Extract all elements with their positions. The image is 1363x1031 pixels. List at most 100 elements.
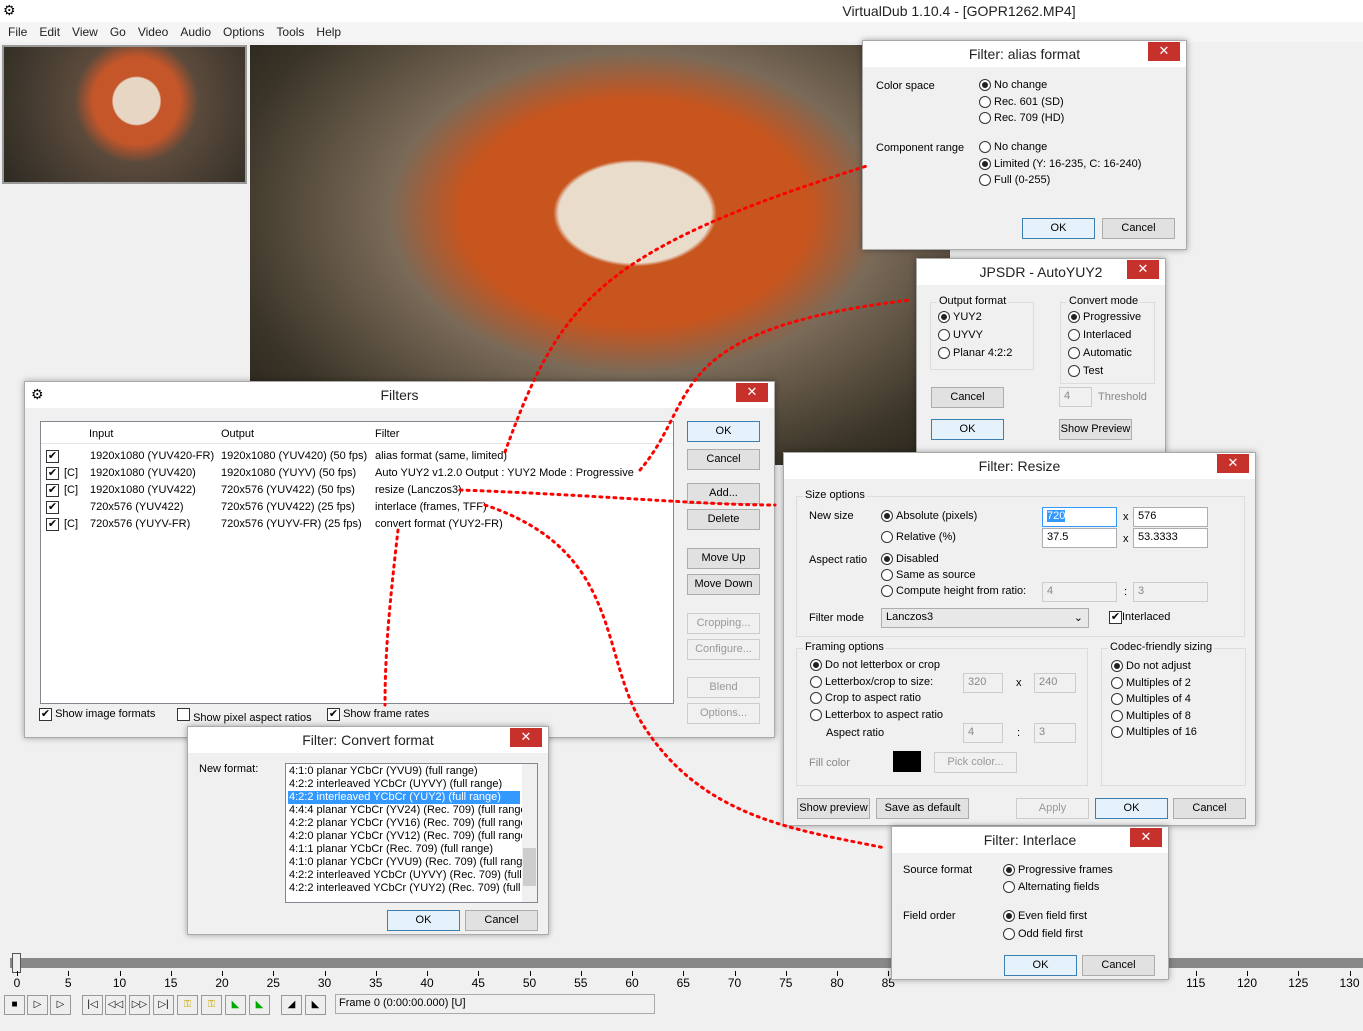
radio-option[interactable]: Multiples of 2 [1111,676,1191,689]
toolbar-button-next-frame[interactable]: ▷▷ [129,995,150,1015]
frame-ratio-b-input[interactable]: 3 [1034,723,1076,743]
cancel-button[interactable]: Cancel [687,449,760,470]
radio-option[interactable]: Planar 4:2:2 [938,347,1012,359]
toolbar-button-prev-key[interactable]: ⚿ [177,995,198,1015]
delete-button[interactable]: Delete [687,509,760,530]
move-down-button[interactable]: Move Down [687,574,760,595]
radio-option[interactable]: YUY2 [938,311,982,323]
add-button[interactable]: Add... [687,483,760,504]
list-item[interactable]: 4:1:0 planar YCbCr (YVU9) (Rec. 709) (fu… [288,856,528,869]
radio-option[interactable]: Automatic [1068,347,1132,359]
table-row[interactable]: ✔ [C] 1920x1080 (YUV420) 1920x1080 (YUYV) (… [41,465,673,482]
list-item[interactable]: 4:2:0 planar YCbCr (YV12) (Rec. 709) (fu… [288,830,527,843]
radio-option[interactable]: Progressive frames [1003,864,1113,876]
enabled-checkbox[interactable]: ✔ [46,501,59,514]
ok-button[interactable]: OK [387,910,460,931]
radio-option[interactable]: Limited (Y: 16-235, C: 16-240) [979,157,1141,170]
radio-option[interactable]: Letterbox to aspect ratio [810,708,943,721]
ratio-a-input[interactable]: 4 [1042,582,1117,602]
radio-option[interactable]: Odd field first [1003,928,1083,940]
cancel-button[interactable]: Cancel [931,387,1004,408]
list-item[interactable]: 4:4:4 planar YCbCr (YV24) (Rec. 709) (fu… [288,804,527,817]
show-pixel-aspect-checkbox[interactable]: Show pixel aspect ratios [177,708,312,724]
list-item[interactable]: 4:2:2 interleaved YCbCr (YUY2) (full ran… [288,791,520,804]
table-row[interactable]: ✔ [C] 720x576 (YUYV-FR) 720x576 (YUYV-FR) (… [41,516,673,533]
frame-width-input[interactable]: 320 [963,673,1003,693]
ok-button[interactable]: OK [1095,798,1168,819]
close-button[interactable]: ✕ [1217,454,1249,473]
radio-option[interactable]: Full (0-255) [979,174,1050,186]
toolbar-button-play-input[interactable]: ▷ [27,995,48,1015]
radio-option[interactable]: Rec. 601 (SD) [979,95,1064,108]
radio-option[interactable]: No change [979,79,1047,91]
show-preview-button[interactable]: Show Preview [1059,419,1132,440]
list-item[interactable]: 4:2:2 interleaved YCbCr (UYVY) (full ran… [288,778,520,791]
table-row[interactable]: ✔ [C] 1920x1080 (YUV422) 720x576 (YUV422) (… [41,482,673,499]
header-output[interactable]: Output [221,428,254,440]
cancel-button[interactable]: Cancel [1102,218,1175,239]
filter-mode-select[interactable]: Lanczos3 ⌄ [881,608,1089,628]
menu-options[interactable]: Options [217,22,270,42]
list-item[interactable]: 4:2:2 interleaved YCbCr (UYVY) (Rec. 709… [288,869,528,882]
radio-option[interactable]: Alternating fields [1003,881,1099,893]
radio-option[interactable]: No change [979,141,1047,153]
menu-view[interactable]: View [66,22,104,42]
menu-go[interactable]: Go [104,22,132,42]
toolbar-button-prev-frame[interactable]: ◁◁ [105,995,126,1015]
radio-option[interactable]: UYVY [938,329,983,341]
enabled-checkbox[interactable]: ✔ [46,450,59,463]
ratio-b-input[interactable]: 3 [1133,582,1208,602]
toolbar-button-play-output[interactable]: ▷ [50,995,71,1015]
filter-list[interactable]: Input Output Filter ✔ 1920x1080 (YUV420-F… [40,421,674,704]
enabled-checkbox[interactable]: ✔ [46,484,59,497]
menu-edit[interactable]: Edit [33,22,66,42]
save-default-button[interactable]: Save as default [876,798,969,819]
radio-option[interactable]: Do not letterbox or crop [810,659,940,671]
toolbar-button-mark-in[interactable]: ◢ [281,995,302,1015]
height-input[interactable]: 576 [1133,507,1208,527]
radio-option[interactable]: Rec. 709 (HD) [979,112,1064,124]
header-input[interactable]: Input [89,428,113,440]
timeline-thumb[interactable] [12,953,21,973]
relative-width-input[interactable]: 37.5 [1042,528,1117,548]
ok-button[interactable]: OK [1004,955,1077,976]
toolbar-button-next-key[interactable]: ⚿ [201,995,222,1015]
menu-tools[interactable]: Tools [270,22,310,42]
cancel-button[interactable]: Cancel [465,910,538,931]
move-up-button[interactable]: Move Up [687,548,760,569]
cancel-button[interactable]: Cancel [1173,798,1246,819]
radio-option[interactable]: Do not adjust [1111,660,1191,672]
fill-color-swatch[interactable] [893,751,921,772]
absolute-radio[interactable]: Absolute (pixels) [881,510,977,522]
pick-color-button[interactable]: Pick color... [934,752,1017,773]
apply-button[interactable]: Apply [1016,798,1089,819]
show-frame-rates-checkbox[interactable]: ✔ Show frame rates [327,708,429,721]
scrollbar[interactable] [522,764,537,902]
ok-button[interactable]: OK [931,419,1004,440]
cancel-button[interactable]: Cancel [1082,955,1155,976]
ok-button[interactable]: OK [1022,218,1095,239]
table-row[interactable]: ✔ 720x576 (YUV422) 720x576 (YUV422) (25 fp… [41,499,673,516]
menu-help[interactable]: Help [310,22,347,42]
relative-height-input[interactable]: 53.3333 [1133,528,1208,548]
frame-ratio-a-input[interactable]: 4 [963,723,1003,743]
enabled-checkbox[interactable]: ✔ [46,467,59,480]
menu-file[interactable]: File [2,22,33,42]
list-item[interactable]: 4:1:0 planar YCbCr (YVU9) (full range) [288,765,520,778]
threshold-input[interactable]: 4 [1059,387,1092,407]
blend-button[interactable]: Blend [687,677,760,698]
format-listbox[interactable]: 4:1:0 planar YCbCr (YVU9) (full range) 4:… [285,763,538,903]
cropping-button[interactable]: Cropping... [687,613,760,634]
close-button[interactable]: ✕ [736,383,768,402]
aspect-disabled-radio[interactable]: Disabled [881,553,939,565]
close-button[interactable]: ✕ [1130,828,1162,847]
toolbar-button-next-scene[interactable]: ◣ [249,995,270,1015]
menu-audio[interactable]: Audio [174,22,217,42]
radio-option[interactable]: Interlaced [1068,329,1131,341]
radio-option[interactable]: Progressive [1068,311,1141,323]
close-button[interactable]: ✕ [1148,42,1180,61]
aspect-same-radio[interactable]: Same as source [881,569,975,581]
radio-option[interactable]: Multiples of 16 [1111,726,1197,738]
ok-button[interactable]: OK [687,421,760,442]
toolbar-button-go-start[interactable]: |◁ [82,995,103,1015]
